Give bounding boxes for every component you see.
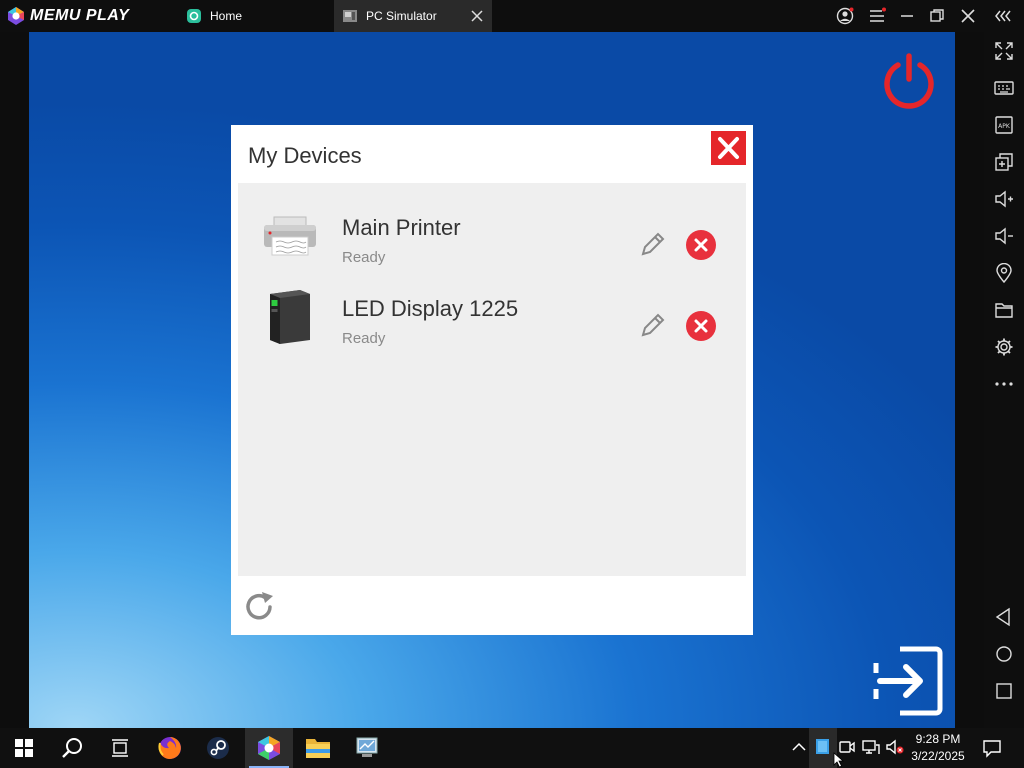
device-name: Main Printer <box>342 215 461 240</box>
refresh-icon[interactable] <box>243 590 277 624</box>
show-hidden-icons-icon[interactable] <box>790 738 808 756</box>
taskbar-control-panel[interactable] <box>343 728 391 768</box>
close-icon <box>718 137 739 159</box>
remove-device-icon[interactable] <box>685 229 717 261</box>
emulator-sidebar: APK <box>984 32 1024 728</box>
volume-muted-icon[interactable] <box>886 738 904 756</box>
brand-name: MEMU PLAY <box>30 7 130 24</box>
device-status: Ready <box>342 249 386 266</box>
recent-apps-icon[interactable] <box>994 681 1014 701</box>
volume-up-icon[interactable] <box>994 189 1014 209</box>
folder-icon[interactable] <box>994 300 1014 320</box>
volume-down-icon[interactable] <box>994 226 1014 246</box>
search-button[interactable] <box>48 728 96 768</box>
memu-logo: MEMU PLAY <box>6 6 129 26</box>
taskbar-pc-simulator[interactable] <box>245 728 293 768</box>
tab-home-label: Home <box>210 9 243 23</box>
firefox-icon <box>158 737 181 759</box>
clock-date: 3/22/2025 <box>911 749 965 763</box>
windows-start-icon <box>15 739 33 757</box>
device-row-main-printer[interactable]: Main Printer Ready <box>238 195 746 275</box>
menu-icon[interactable] <box>868 7 886 25</box>
close-tab-icon[interactable] <box>470 9 484 23</box>
home-icon[interactable] <box>994 644 1014 664</box>
multi-instance-icon[interactable] <box>994 152 1014 172</box>
taskbar-firefox[interactable] <box>146 728 194 768</box>
fullscreen-icon[interactable] <box>994 41 1014 61</box>
notification-center-icon[interactable] <box>982 738 1002 758</box>
right-border <box>955 32 984 728</box>
device-list: Main Printer Ready LED Display 1225 Read… <box>238 183 746 576</box>
title-bar: MEMU PLAY Home PC Simulator <box>0 0 1024 32</box>
start-button[interactable] <box>0 728 48 768</box>
restore-icon[interactable] <box>928 7 946 25</box>
account-icon[interactable] <box>836 7 854 25</box>
location-icon[interactable] <box>994 263 1014 283</box>
pc-simulator-app-icon <box>258 736 280 760</box>
exit-icon[interactable] <box>872 645 944 717</box>
dialog-title: My Devices <box>248 143 362 168</box>
device-row-led-display[interactable]: LED Display 1225 Ready <box>238 276 746 356</box>
keyboard-icon[interactable] <box>994 78 1014 98</box>
tab-pc-simulator-label: PC Simulator <box>366 9 437 23</box>
control-panel-icon <box>356 737 378 757</box>
emulator-screen: My Devices Main Printer Ready LED Displa… <box>29 32 955 728</box>
network-icon[interactable] <box>862 738 880 756</box>
taskbar-file-explorer[interactable] <box>294 728 342 768</box>
my-devices-dialog: My Devices Main Printer Ready LED Displa… <box>231 125 753 635</box>
windows-taskbar: 9:28 PM 3/22/2025 <box>0 728 1024 768</box>
edit-pencil-icon[interactable] <box>638 310 668 340</box>
tab-pc-simulator[interactable]: PC Simulator <box>334 0 492 32</box>
apk-install-icon[interactable]: APK <box>994 115 1014 135</box>
edit-pencil-icon[interactable] <box>638 229 668 259</box>
search-icon <box>62 738 82 758</box>
clock-time: 9:28 PM <box>915 732 961 746</box>
mouse-cursor-icon <box>833 752 845 768</box>
tab-home[interactable]: Home <box>178 0 328 32</box>
memu-logo-icon <box>8 7 24 25</box>
task-view-button[interactable] <box>96 728 144 768</box>
memu-home-icon <box>187 9 201 23</box>
more-options-icon[interactable] <box>994 374 1014 394</box>
back-icon[interactable] <box>994 607 1014 627</box>
power-icon[interactable] <box>880 52 938 110</box>
left-border <box>0 32 29 728</box>
pc-simulator-icon <box>343 10 357 22</box>
settings-gear-icon[interactable] <box>994 337 1014 357</box>
steam-icon <box>207 737 229 759</box>
minimize-icon[interactable] <box>898 7 916 25</box>
remove-device-icon[interactable] <box>685 310 717 342</box>
close-window-icon[interactable] <box>959 7 977 25</box>
taskbar-steam[interactable] <box>194 728 242 768</box>
close-dialog-button[interactable] <box>711 131 746 165</box>
taskbar-clock[interactable]: 9:28 PM 3/22/2025 <box>905 731 971 765</box>
file-explorer-icon <box>306 739 330 758</box>
printer-icon <box>264 216 316 256</box>
pc-tower-icon <box>270 290 310 344</box>
svg-text:APK: APK <box>998 123 1011 130</box>
memu-tray-icon[interactable] <box>814 738 832 756</box>
device-status: Ready <box>342 330 386 347</box>
task-view-icon <box>112 739 128 757</box>
collapse-sidebar-icon[interactable] <box>994 7 1012 25</box>
device-name: LED Display 1225 <box>342 296 519 321</box>
